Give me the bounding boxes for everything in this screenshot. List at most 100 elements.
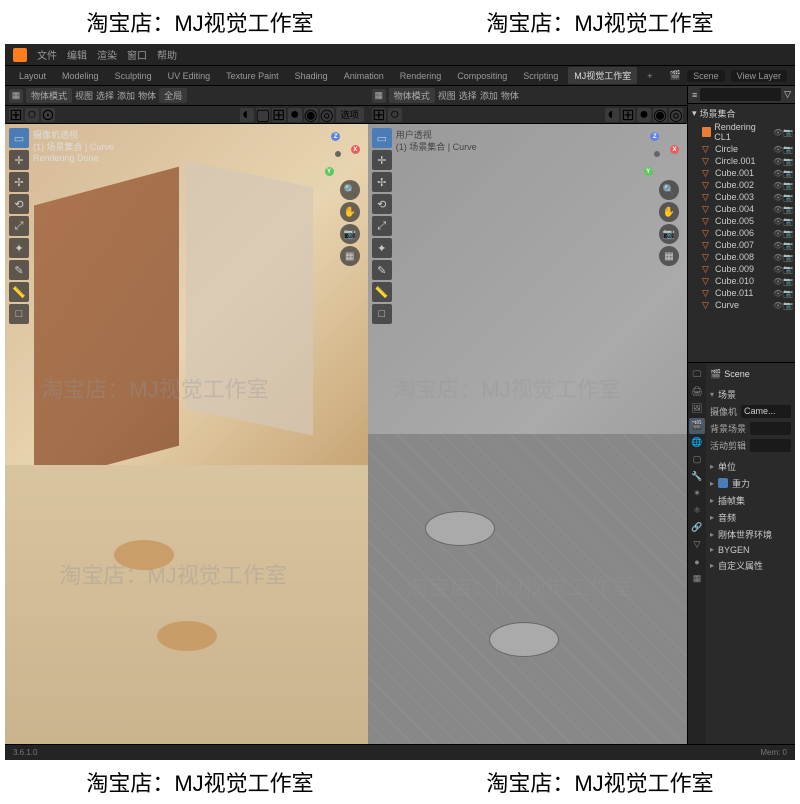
prop-section-header[interactable]: ▾场景 — [710, 386, 791, 403]
camera-view-icon[interactable]: 📷 — [659, 224, 679, 244]
prop-tab-particle-icon[interactable]: ✶ — [689, 486, 705, 502]
pan-icon[interactable]: ✋ — [659, 202, 679, 222]
outliner-editor-icon[interactable]: ≡ — [692, 90, 697, 100]
visibility-icon[interactable]: 👁 — [773, 169, 781, 177]
render-icon[interactable]: 📷 — [783, 229, 791, 237]
visibility-icon[interactable]: 👁 — [773, 301, 781, 309]
outliner-collection[interactable]: Rendering CL1 👁📷 — [690, 121, 793, 143]
outliner-item[interactable]: ▽Cube.004👁📷 — [690, 203, 793, 215]
material-shading-icon[interactable]: ◉ — [653, 108, 667, 122]
activeclip-dropdown[interactable] — [750, 439, 791, 452]
visibility-icon[interactable]: 👁 — [773, 193, 781, 201]
prop-tab-data-icon[interactable]: ▽ — [689, 537, 705, 553]
material-shading-icon[interactable]: ◉ — [304, 108, 318, 122]
visibility-icon[interactable]: 👁 — [773, 253, 781, 261]
overlay-icon[interactable]: ◐ — [240, 108, 254, 122]
outliner-item[interactable]: ▽Cube.001👁📷 — [690, 167, 793, 179]
visibility-icon[interactable]: 👁 — [773, 128, 781, 136]
render-icon[interactable]: 📷 — [783, 253, 791, 261]
outliner-search-input[interactable] — [700, 88, 781, 101]
prop-tab-constraint-icon[interactable]: 🔗 — [689, 520, 705, 536]
tool-annotate-icon[interactable]: ✎ — [9, 260, 29, 280]
tab-texture[interactable]: Texture Paint — [220, 69, 285, 83]
viewlayer-dropdown[interactable]: View Layer — [731, 70, 787, 82]
menu-view[interactable]: 视图 — [438, 89, 456, 102]
outliner-item[interactable]: ▽Cube.007👁📷 — [690, 239, 793, 251]
visibility-icon[interactable]: 👁 — [773, 289, 781, 297]
tab-shading[interactable]: Shading — [289, 69, 334, 83]
prop-tab-viewlayer-icon[interactable]: 🖼 — [689, 401, 705, 417]
prop-tab-modifier-icon[interactable]: 🔧 — [689, 469, 705, 485]
menu-add[interactable]: 添加 — [117, 89, 135, 102]
menu-select[interactable]: 选择 — [459, 89, 477, 102]
tab-compositing[interactable]: Compositing — [451, 69, 513, 83]
tool-move-icon[interactable]: ✢ — [372, 172, 392, 192]
perspective-icon[interactable]: ▦ — [340, 246, 360, 266]
visibility-icon[interactable]: 👁 — [773, 217, 781, 225]
tool-transform-icon[interactable]: ✦ — [9, 238, 29, 258]
pivot-icon[interactable]: ⊙ — [41, 108, 55, 122]
prop-section-header[interactable]: ▸自定义属性 — [710, 557, 791, 574]
tab-custom[interactable]: MJ视觉工作室 — [568, 67, 637, 84]
snap-icon[interactable]: ⊞ — [372, 108, 386, 122]
menu-object[interactable]: 物体 — [501, 89, 519, 102]
zoom-icon[interactable]: 🔍 — [659, 180, 679, 200]
outliner-item[interactable]: ▽Circle.001👁📷 — [690, 155, 793, 167]
tab-modeling[interactable]: Modeling — [56, 69, 105, 83]
outliner-collection[interactable]: ▾ 场景集合 — [690, 106, 793, 121]
menu-object[interactable]: 物体 — [138, 89, 156, 102]
prop-tab-render-icon[interactable]: 🖵 — [689, 367, 705, 383]
scene-dropdown[interactable]: Scene — [687, 70, 725, 82]
menu-edit[interactable]: 编辑 — [67, 47, 87, 62]
tool-select-icon[interactable]: ▭ — [9, 128, 29, 148]
filter-icon[interactable]: ▽ — [784, 89, 791, 100]
prop-tab-material-icon[interactable]: ● — [689, 554, 705, 570]
wireframe-shading-icon[interactable]: ⊞ — [621, 108, 635, 122]
viewport-left-canvas[interactable]: 摄像机透视 (1) 场景集合 | Curve Rendering Done ▭ … — [5, 124, 368, 744]
visibility-icon[interactable]: 👁 — [773, 241, 781, 249]
tool-scale-icon[interactable]: ⤢ — [9, 216, 29, 236]
prop-section-header[interactable]: ▸重力 — [710, 475, 791, 492]
tab-scripting[interactable]: Scripting — [517, 69, 564, 83]
menu-window[interactable]: 窗口 — [127, 47, 147, 62]
render-icon[interactable]: 📷 — [783, 169, 791, 177]
tool-measure-icon[interactable]: 📏 — [372, 282, 392, 302]
outliner-item[interactable]: ▽Cube.008👁📷 — [690, 251, 793, 263]
tool-rotate-icon[interactable]: ⟲ — [9, 194, 29, 214]
outliner-item[interactable]: ▽Cube.005👁📷 — [690, 215, 793, 227]
orientation-dropdown[interactable]: 全局 — [159, 88, 187, 103]
tab-layout[interactable]: Layout — [13, 69, 52, 83]
prop-tab-world-icon[interactable]: 🌐 — [689, 435, 705, 451]
mode-dropdown[interactable]: 物体模式 — [389, 88, 435, 103]
render-icon[interactable]: 📷 — [783, 289, 791, 297]
gravity-checkbox[interactable] — [718, 478, 728, 488]
visibility-icon[interactable]: 👁 — [773, 205, 781, 213]
prop-section-header[interactable]: ▸BYGEN — [710, 543, 791, 557]
solid-shading-icon[interactable]: ● — [288, 108, 302, 122]
menu-select[interactable]: 选择 — [96, 89, 114, 102]
prop-section-header[interactable]: ▸插帧集 — [710, 492, 791, 509]
menu-add[interactable]: 添加 — [480, 89, 498, 102]
outliner-item[interactable]: ▽Circle👁📷 — [690, 143, 793, 155]
rendered-shading-icon[interactable]: ◎ — [320, 108, 334, 122]
render-icon[interactable]: 📷 — [783, 265, 791, 273]
render-icon[interactable]: 📷 — [783, 277, 791, 285]
gizmo-y-icon[interactable]: Y — [644, 167, 653, 176]
zoom-icon[interactable]: 🔍 — [340, 180, 360, 200]
prop-tab-object-icon[interactable]: ▢ — [689, 452, 705, 468]
outliner-item[interactable]: ▽Cube.009👁📷 — [690, 263, 793, 275]
gizmo-x-icon[interactable]: X — [670, 145, 679, 154]
visibility-icon[interactable]: 👁 — [773, 265, 781, 273]
tool-select-icon[interactable]: ▭ — [372, 128, 392, 148]
bgscene-dropdown[interactable] — [750, 422, 791, 435]
outliner-item[interactable]: ▽Curve👁📷 — [690, 299, 793, 311]
overlay-icon[interactable]: ◐ — [605, 108, 619, 122]
solid-shading-icon[interactable]: ● — [637, 108, 651, 122]
rendered-shading-icon[interactable]: ◎ — [669, 108, 683, 122]
outliner-item[interactable]: ▽Cube.010👁📷 — [690, 275, 793, 287]
gizmo-z-icon[interactable]: Z — [331, 132, 340, 141]
nav-gizmo[interactable]: X Y Z — [635, 132, 679, 176]
camera-view-icon[interactable]: 📷 — [340, 224, 360, 244]
snap-icon[interactable]: ⊞ — [9, 108, 23, 122]
tool-rotate-icon[interactable]: ⟲ — [372, 194, 392, 214]
